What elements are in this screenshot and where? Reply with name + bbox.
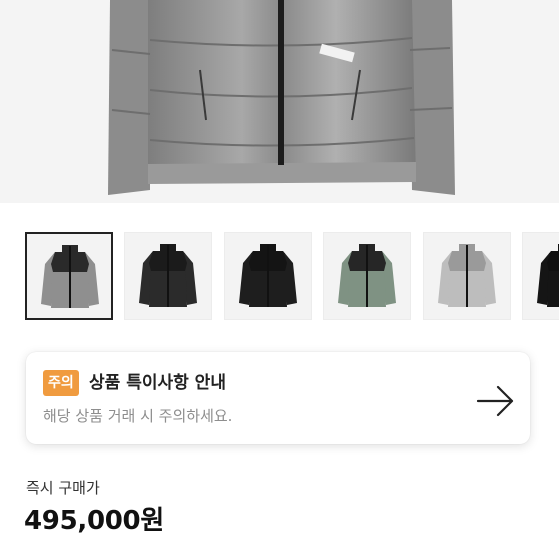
jacket-icon	[41, 245, 99, 308]
thumbnail-strip	[0, 232, 559, 322]
thumbnail-grey-jacket[interactable]	[25, 232, 113, 320]
thumbnail-black-jacket-partial[interactable]	[522, 232, 559, 320]
jacket-icon	[139, 244, 197, 307]
thumbnail-green-jacket[interactable]	[323, 232, 411, 320]
arrow-right-icon[interactable]	[476, 385, 516, 421]
main-product-image[interactable]	[0, 0, 559, 203]
thumbnail-camo-jacket[interactable]	[423, 232, 511, 320]
notice-card[interactable]: 주의 상품 특이사항 안내 해당 상품 거래 시 주의하세요.	[26, 352, 530, 444]
down-jacket-image	[108, 0, 455, 195]
jacket-icon	[438, 244, 496, 307]
instant-buy-price-label: 즉시 구매가	[26, 479, 100, 497]
thumbnail-black-glossy-jacket[interactable]	[124, 232, 212, 320]
jacket-icon	[537, 244, 559, 307]
notice-description: 해당 상품 거래 시 주의하세요.	[43, 407, 233, 425]
jacket-icon	[239, 244, 297, 307]
jacket-icon	[338, 244, 396, 307]
caution-badge: 주의	[43, 370, 79, 396]
notice-title: 상품 특이사항 안내	[89, 373, 226, 393]
thumbnail-black-jacket[interactable]	[224, 232, 312, 320]
instant-buy-price: 495,000원	[24, 506, 164, 536]
